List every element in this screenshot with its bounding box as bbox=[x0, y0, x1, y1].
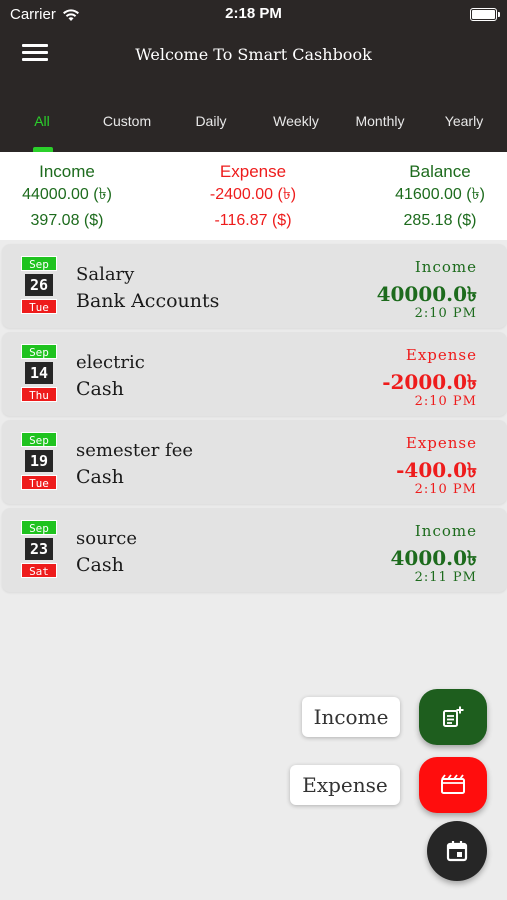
income-usd-total: 397.08 ($) bbox=[30, 212, 104, 229]
status-time: 2:18 PM bbox=[225, 5, 282, 22]
date-weekday: Tue bbox=[21, 299, 57, 314]
transaction-card[interactable]: Sep 23 Sat source Cash Income 4000.0৳ 2:… bbox=[2, 508, 507, 592]
date-weekday: Sat bbox=[21, 563, 57, 578]
note-add-icon bbox=[443, 706, 464, 727]
transaction-title: semester fee bbox=[76, 440, 194, 461]
transaction-time: 2:10 PM bbox=[414, 306, 477, 321]
expense-summary: Expense -2400.00 (৳) -116.87 ($) bbox=[210, 162, 296, 234]
transaction-type: Expense bbox=[405, 434, 477, 452]
date-badge: Sep 23 Sat bbox=[21, 520, 57, 578]
transaction-account: Cash bbox=[76, 554, 124, 576]
date-weekday: Tue bbox=[21, 475, 57, 490]
add-income-label[interactable]: Income bbox=[302, 697, 400, 737]
transaction-type: Income bbox=[414, 258, 477, 276]
add-income-button[interactable] bbox=[419, 689, 487, 745]
income-summary: Income 44000.00 (৳) 397.08 ($) bbox=[22, 162, 112, 234]
income-summary-label: Income bbox=[39, 162, 95, 181]
status-bar: Carrier 2:18 PM bbox=[0, 0, 507, 30]
tab-custom[interactable]: Custom bbox=[103, 113, 151, 129]
date-badge: Sep 19 Tue bbox=[21, 432, 57, 490]
transaction-type: Income bbox=[414, 522, 477, 540]
income-bdt-total: 44000.00 (৳) bbox=[22, 186, 112, 203]
date-day: 26 bbox=[25, 274, 53, 296]
balance-usd-total: 285.18 ($) bbox=[403, 212, 477, 229]
date-day: 14 bbox=[25, 362, 53, 384]
date-month: Sep bbox=[21, 520, 57, 535]
transaction-title: Salary bbox=[76, 264, 135, 285]
expense-bdt-total: -2400.00 (৳) bbox=[209, 186, 297, 203]
tab-weekly[interactable]: Weekly bbox=[273, 113, 319, 129]
transaction-type: Expense bbox=[405, 346, 477, 364]
tab-daily[interactable]: Daily bbox=[195, 113, 226, 129]
summary-panel: Income 44000.00 (৳) 397.08 ($) Expense -… bbox=[0, 152, 507, 240]
transaction-title: source bbox=[76, 528, 138, 549]
date-weekday: Thu bbox=[21, 387, 57, 402]
calendar-icon bbox=[446, 841, 468, 862]
receipt-icon bbox=[441, 774, 465, 794]
expense-usd-total: -116.87 ($) bbox=[214, 212, 292, 229]
transaction-account: Bank Accounts bbox=[76, 290, 220, 312]
tab-yearly[interactable]: Yearly bbox=[445, 113, 483, 129]
date-day: 23 bbox=[25, 538, 53, 560]
tab-all[interactable]: All bbox=[34, 113, 50, 129]
battery-icon bbox=[470, 8, 500, 21]
balance-summary: Balance 41600.00 (৳) 285.18 ($) bbox=[395, 162, 485, 234]
expense-summary-label: Expense bbox=[219, 162, 287, 181]
page-title: Welcome To Smart Cashbook bbox=[135, 45, 372, 64]
add-expense-button[interactable] bbox=[419, 757, 487, 813]
transaction-account: Cash bbox=[76, 378, 124, 400]
add-expense-label[interactable]: Expense bbox=[290, 765, 400, 805]
transaction-time: 2:11 PM bbox=[414, 570, 477, 585]
transaction-card[interactable]: Sep 19 Tue semester fee Cash Expense -40… bbox=[2, 420, 507, 504]
transaction-title: electric bbox=[76, 352, 145, 373]
transaction-time: 2:10 PM bbox=[414, 394, 477, 409]
date-month: Sep bbox=[21, 344, 57, 359]
tab-monthly[interactable]: Monthly bbox=[355, 113, 404, 129]
balance-bdt-total: 41600.00 (৳) bbox=[395, 186, 485, 203]
balance-summary-label: Balance bbox=[409, 162, 471, 181]
app-header: Carrier 2:18 PM Welcome To Smart Cashboo… bbox=[0, 0, 507, 152]
transaction-time: 2:10 PM bbox=[414, 482, 477, 497]
period-tabs: All Custom Daily Weekly Monthly Yearly bbox=[0, 104, 507, 152]
transaction-card[interactable]: Sep 26 Tue Salary Bank Accounts Income 4… bbox=[2, 244, 507, 328]
date-badge: Sep 26 Tue bbox=[21, 256, 57, 314]
date-month: Sep bbox=[21, 432, 57, 447]
transaction-account: Cash bbox=[76, 466, 124, 488]
date-month: Sep bbox=[21, 256, 57, 271]
date-badge: Sep 14 Thu bbox=[21, 344, 57, 402]
calendar-fab-button[interactable] bbox=[427, 821, 487, 881]
transaction-card[interactable]: Sep 14 Thu electric Cash Expense -2000.0… bbox=[2, 332, 507, 416]
date-day: 19 bbox=[25, 450, 53, 472]
